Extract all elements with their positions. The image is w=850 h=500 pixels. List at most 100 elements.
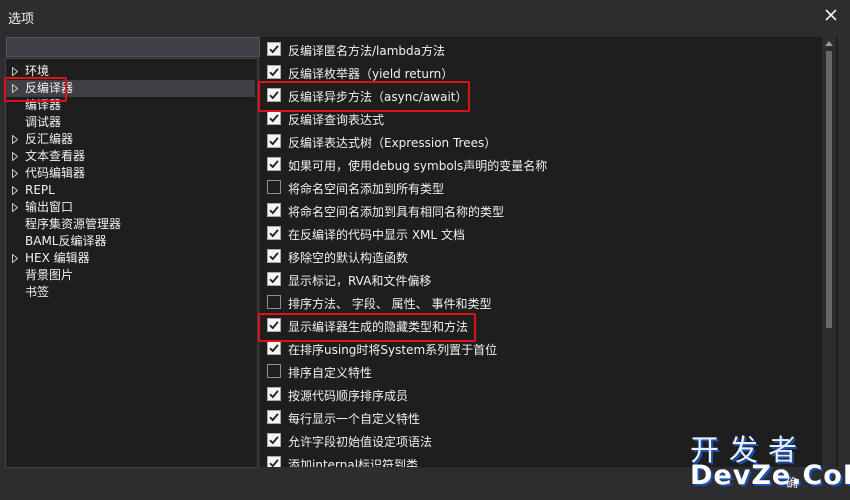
checkmark-icon — [269, 45, 279, 54]
tree-item[interactable]: 调试器 — [6, 114, 255, 131]
options-tree: 环境反编译器编译器调试器反汇编器 文本查看器代码编辑器 REPL 输出窗口程序集资源管… — [5, 58, 258, 468]
option-checkbox[interactable] — [267, 249, 281, 263]
option-row[interactable]: 移除空的默认构造函数 — [265, 248, 813, 266]
option-checkbox[interactable] — [267, 318, 281, 332]
option-checkbox[interactable] — [267, 157, 281, 171]
option-label: 将命名空间名添加到所有类型 — [288, 182, 445, 196]
option-label: 将命名空间名添加到具有相同名称的类型 — [288, 205, 505, 219]
option-row[interactable]: 在反编译的代码中显示 XML 文档 — [265, 225, 813, 243]
tree-item-label: 环境 — [25, 64, 50, 78]
option-checkbox[interactable] — [267, 456, 281, 467]
expand-arrow-icon[interactable] — [12, 152, 18, 161]
tree-item[interactable]: 环境 — [6, 63, 255, 80]
expand-arrow-icon[interactable] — [12, 84, 18, 93]
tree-item-label: 输出窗口 — [25, 200, 74, 214]
option-label: 按源代码顺序排序成员 — [288, 389, 409, 403]
option-checkbox[interactable] — [267, 65, 281, 79]
option-row[interactable]: 反编译异步方法（async/await） — [265, 87, 813, 105]
expand-arrow-icon[interactable] — [12, 135, 18, 144]
option-row[interactable]: 排序自定义特性 — [265, 363, 813, 381]
option-checkbox[interactable] — [267, 203, 281, 217]
checkmark-icon — [269, 68, 279, 77]
option-checkbox[interactable] — [267, 341, 281, 355]
option-row[interactable]: 反编译匿名方法/lambda方法 — [265, 41, 813, 59]
tree-item[interactable]: BAML反编译器 — [6, 233, 255, 250]
tree-item[interactable]: HEX 编辑器 — [6, 250, 255, 267]
option-row[interactable]: 如果可用，使用debug symbols声明的变量名称 — [265, 156, 813, 174]
tree-item[interactable]: REPL — [6, 182, 255, 199]
ok-button[interactable]: 确 — [786, 474, 798, 491]
option-checkbox[interactable] — [267, 111, 281, 125]
vertical-scrollbar[interactable] — [822, 37, 836, 467]
option-row[interactable]: 在排序using时将System系列置于首位 — [265, 340, 813, 358]
option-row[interactable]: 排序方法、 字段、 属性、 事件和类型 — [265, 294, 813, 312]
option-label: 反编译表达式树（Expression Trees） — [288, 136, 497, 150]
checkmark-icon — [269, 459, 279, 467]
options-list: 反编译匿名方法/lambda方法 反编译枚举器（yield return） 反编译异… — [260, 37, 838, 467]
option-checkbox[interactable] — [267, 387, 281, 401]
option-checkbox[interactable] — [267, 180, 281, 194]
tree-item[interactable]: 反编译器 — [6, 80, 255, 97]
scrollbar-thumb[interactable] — [826, 51, 832, 328]
tree-item-label: 调试器 — [25, 115, 62, 129]
tree-item-label: 文本查看器 — [25, 149, 86, 163]
option-row[interactable]: 显示编译器生成的隐藏类型和方法 — [265, 317, 813, 335]
option-row[interactable]: 每行显示一个自定义特性 — [265, 409, 813, 427]
option-checkbox[interactable] — [267, 226, 281, 240]
expand-arrow-icon[interactable] — [12, 67, 18, 76]
checkmark-icon — [269, 114, 279, 123]
scroll-up-icon[interactable] — [825, 41, 833, 46]
tree-item[interactable]: 程序集资源管理器 — [6, 216, 255, 233]
tree-item[interactable]: 代码编辑器 — [6, 165, 255, 182]
option-checkbox[interactable] — [267, 410, 281, 424]
checkmark-icon — [269, 275, 279, 284]
checkmark-icon — [269, 436, 279, 445]
checkmark-icon — [269, 206, 279, 215]
search-input[interactable] — [6, 37, 260, 57]
checkmark-icon — [269, 137, 279, 146]
option-row[interactable]: 反编译查询表达式 — [265, 110, 813, 128]
window-title: 选项 — [8, 12, 35, 27]
expand-arrow-icon[interactable] — [12, 203, 18, 212]
option-checkbox[interactable] — [267, 42, 281, 56]
option-label: 反编译查询表达式 — [288, 113, 385, 127]
option-checkbox[interactable] — [267, 88, 281, 102]
tree-item[interactable]: 反汇编器 — [6, 131, 255, 148]
option-row[interactable]: 将命名空间名添加到所有类型 — [265, 179, 813, 197]
option-checkbox[interactable] — [267, 295, 281, 309]
checkmark-icon — [269, 413, 279, 422]
option-row[interactable]: 反编译表达式树（Expression Trees） — [265, 133, 813, 151]
tree-item-label: REPL — [25, 183, 55, 197]
expand-arrow-icon[interactable] — [12, 254, 18, 263]
option-row[interactable]: 将命名空间名添加到具有相同名称的类型 — [265, 202, 813, 220]
option-checkbox[interactable] — [267, 364, 281, 378]
option-row[interactable]: 反编译枚举器（yield return） — [265, 64, 813, 82]
checkmark-icon — [269, 229, 279, 238]
option-label: 显示标记，RVA和文件偏移 — [288, 274, 432, 288]
watermark-logo: 开发者 DevZe.CoM — [690, 427, 850, 495]
tree-item-label: HEX 编辑器 — [25, 251, 90, 265]
watermark-en: DevZe.CoM — [690, 460, 850, 491]
option-label: 在反编译的代码中显示 XML 文档 — [288, 228, 465, 242]
option-label: 每行显示一个自定义特性 — [288, 412, 421, 426]
close-icon — [825, 9, 837, 21]
expand-arrow-icon[interactable] — [12, 169, 18, 178]
option-checkbox[interactable] — [267, 134, 281, 148]
tree-item[interactable]: 书签 — [6, 284, 255, 301]
option-checkbox[interactable] — [267, 272, 281, 286]
checkmark-icon — [269, 252, 279, 261]
tree-item[interactable]: 编译器 — [6, 97, 255, 114]
option-row[interactable]: 显示标记，RVA和文件偏移 — [265, 271, 813, 289]
tree-item-label: 反编译器 — [25, 81, 74, 95]
tree-item[interactable]: 背景图片 — [6, 267, 255, 284]
option-checkbox[interactable] — [267, 433, 281, 447]
option-label: 反编译异步方法（async/await） — [288, 90, 468, 104]
tree-item-label: 编译器 — [25, 98, 62, 112]
checkmark-icon — [269, 160, 279, 169]
option-label: 如果可用，使用debug symbols声明的变量名称 — [288, 159, 548, 173]
tree-item[interactable]: 文本查看器 — [6, 148, 255, 165]
tree-item[interactable]: 输出窗口 — [6, 199, 255, 216]
close-button[interactable] — [820, 4, 842, 26]
expand-arrow-icon[interactable] — [12, 186, 18, 195]
option-row[interactable]: 按源代码顺序排序成员 — [265, 386, 813, 404]
